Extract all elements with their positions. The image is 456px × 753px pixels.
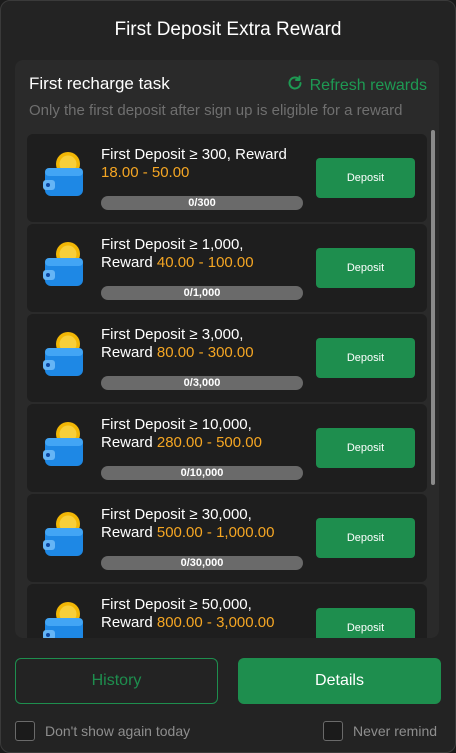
dont-show-checkbox[interactable] [15, 721, 35, 741]
deposit-button[interactable]: Deposit [316, 608, 415, 638]
wallet-icon [41, 420, 89, 468]
deposit-button[interactable]: Deposit [316, 338, 415, 378]
reward-range: 40.00 - 100.00 [156, 254, 254, 271]
progress-bar: 0/300 [101, 196, 303, 210]
reward-item: First Deposit ≥ 50,000, Reward 800.00 - … [27, 584, 427, 638]
deposit-button[interactable]: Deposit [316, 248, 415, 288]
deposit-button[interactable]: Deposit [316, 518, 415, 558]
reward-description: First Deposit ≥ 300, Reward 18.00 - 50.0… [101, 146, 311, 182]
reward-condition: First Deposit ≥ 300, Reward [101, 146, 287, 163]
reward-prefix: Reward [101, 344, 157, 361]
reward-description: First Deposit ≥ 3,000, Reward 80.00 - 30… [101, 326, 311, 362]
wallet-icon [41, 240, 89, 288]
history-button[interactable]: History [15, 658, 218, 704]
task-subtitle: Only the first deposit after sign up is … [29, 102, 403, 119]
never-remind-option[interactable]: Never remind [323, 721, 437, 741]
reward-item: First Deposit ≥ 1,000, Reward 40.00 - 10… [27, 224, 427, 312]
reward-description: First Deposit ≥ 30,000, Reward 500.00 - … [101, 506, 311, 542]
reward-description: First Deposit ≥ 1,000, Reward 40.00 - 10… [101, 236, 311, 272]
dont-show-label: Don't show again today [45, 723, 191, 739]
refresh-rewards-label: Refresh rewards [309, 76, 427, 94]
wallet-icon [41, 510, 89, 558]
deposit-button[interactable]: Deposit [316, 428, 415, 468]
reward-description: First Deposit ≥ 50,000, Reward 800.00 - … [101, 596, 311, 632]
never-remind-label: Never remind [353, 723, 438, 739]
modal-title: First Deposit Extra Reward [114, 19, 342, 40]
progress-bar: 0/10,000 [101, 466, 303, 480]
wallet-icon [41, 330, 89, 378]
reward-range: 280.00 - 500.00 [156, 434, 262, 451]
scrollbar[interactable] [431, 130, 435, 485]
reward-range: 80.00 - 300.00 [156, 344, 254, 361]
details-button[interactable]: Details [238, 658, 441, 704]
reward-condition: First Deposit ≥ 50,000, [101, 596, 252, 613]
reward-modal: First Deposit Extra Reward First recharg… [0, 0, 456, 753]
progress-bar: 0/3,000 [101, 376, 303, 390]
deposit-button[interactable]: Deposit [316, 158, 415, 198]
progress-bar: 0/1,000 [101, 286, 303, 300]
reward-item: First Deposit ≥ 300, Reward 18.00 - 50.0… [27, 134, 427, 222]
reward-prefix: Reward [101, 524, 157, 541]
refresh-rewards-button[interactable]: Refresh rewards [286, 74, 427, 97]
reward-prefix: Reward [101, 434, 157, 451]
progress-bar: 0/30,000 [101, 556, 303, 570]
dont-show-again-option[interactable]: Don't show again today [15, 721, 190, 741]
reward-item: First Deposit ≥ 30,000, Reward 500.00 - … [27, 494, 427, 582]
reward-range: 500.00 - 1,000.00 [156, 524, 275, 541]
reward-range: 800.00 - 3,000.00 [156, 614, 275, 631]
wallet-icon [41, 150, 89, 198]
reward-description: First Deposit ≥ 10,000, Reward 280.00 - … [101, 416, 311, 452]
reward-prefix: Reward [101, 254, 157, 271]
reward-condition: First Deposit ≥ 1,000, [101, 236, 244, 253]
reward-condition: First Deposit ≥ 3,000, [101, 326, 244, 343]
reward-range: 18.00 - 50.00 [101, 164, 190, 181]
reward-condition: First Deposit ≥ 30,000, [101, 506, 252, 523]
reward-item: First Deposit ≥ 3,000, Reward 80.00 - 30… [27, 314, 427, 402]
reward-item: First Deposit ≥ 10,000, Reward 280.00 - … [27, 404, 427, 492]
task-panel: First recharge task Refresh rewards Only… [15, 60, 439, 638]
wallet-icon [41, 600, 89, 638]
reward-condition: First Deposit ≥ 10,000, [101, 416, 252, 433]
reward-prefix: Reward [101, 614, 157, 631]
never-remind-checkbox[interactable] [323, 721, 343, 741]
task-title: First recharge task [29, 74, 170, 93]
task-header: First recharge task Refresh rewards [29, 74, 427, 94]
refresh-icon [286, 74, 304, 97]
